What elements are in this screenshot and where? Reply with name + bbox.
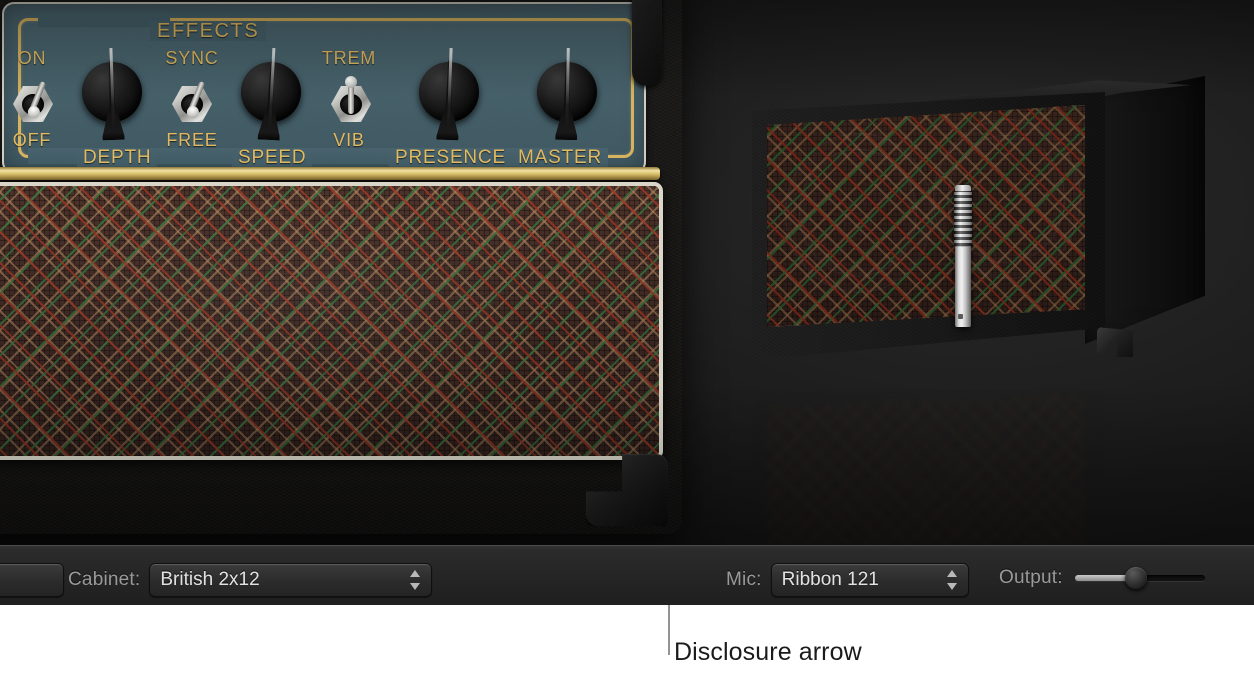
reflection-front-panel (745, 380, 1105, 545)
speaker-cabinet[interactable] (745, 76, 1205, 382)
amp-designer-stage: EFFECTS ON OFF DEPTH SYNC FREE SPEED TRE… (0, 0, 1254, 545)
trem-vib-switch-bottom-label: VIB (333, 130, 365, 150)
amplifier-head[interactable]: EFFECTS ON OFF DEPTH SYNC FREE SPEED TRE… (0, 0, 682, 534)
toggle-tip (345, 76, 357, 88)
amp-corner-protector-bottom-right (586, 454, 668, 526)
callout-annotation-area: Disclosure arrow (0, 605, 1254, 678)
amp-gold-trim-strip (0, 167, 660, 180)
cabinet-speaker-grille (767, 105, 1085, 327)
grille-cloth-shading (0, 186, 659, 456)
partial-popup-menu-left-edge[interactable] (0, 563, 64, 597)
master-knob[interactable] (537, 62, 597, 122)
amp-speaker-grille (0, 182, 663, 460)
master-knob-label: MASTER (512, 148, 608, 168)
cabinet-popup-menu[interactable]: British 2x12 (149, 563, 433, 597)
cabinet-floor-reflection (745, 380, 1145, 545)
presence-knob-label: PRESENCE (389, 148, 512, 168)
callout-leader-line (668, 605, 670, 655)
grille-cloth-texture (767, 394, 1085, 545)
amp-control-panel: EFFECTS ON OFF DEPTH SYNC FREE SPEED TRE… (2, 2, 646, 174)
stepper-up-arrow (410, 570, 421, 577)
on-off-toggle-switch[interactable] (10, 76, 56, 126)
stepper-up-arrow (946, 570, 957, 577)
stepper-down-arrow (946, 583, 957, 590)
callout-label: Disclosure arrow (674, 638, 862, 666)
sync-free-toggle-switch[interactable] (169, 76, 215, 126)
on-off-switch-top-label: ON (17, 48, 47, 68)
mic-grille-head (954, 189, 972, 247)
cabinet-selected-value: British 2x12 (160, 569, 260, 590)
stepper-icon[interactable] (410, 569, 421, 591)
trem-vib-switch-top-label: TREM (321, 48, 377, 68)
on-off-switch-bottom-label: OFF (12, 130, 52, 150)
speed-knob[interactable] (241, 62, 301, 122)
ribbon-microphone[interactable] (954, 185, 972, 327)
amp-corner-protector-top-right (632, 0, 662, 86)
mic-popup-menu[interactable]: Ribbon 121 (770, 563, 969, 597)
cabinet-control-group: Cabinet: British 2x12 (68, 563, 433, 597)
depth-knob-label: DEPTH (77, 148, 158, 168)
mic-control-group: Mic: Ribbon 121 (726, 563, 969, 597)
output-slider[interactable] (1074, 563, 1205, 593)
bottom-toolbar: Cabinet: British 2x12 Mic: Ribbon 121 Ou… (0, 545, 1254, 607)
effects-section-title: EFFECTS (150, 21, 267, 41)
sync-free-switch-top-label: SYNC (165, 48, 219, 68)
toolbar-content: Cabinet: British 2x12 Mic: Ribbon 121 Ou… (0, 550, 1254, 602)
screenshot-root: EFFECTS ON OFF DEPTH SYNC FREE SPEED TRE… (0, 0, 1254, 678)
slider-thumb[interactable] (1124, 567, 1147, 589)
mic-label: Mic: (726, 569, 762, 590)
stepper-icon[interactable] (946, 569, 958, 591)
mic-selected-value: Ribbon 121 (781, 569, 879, 590)
speaker-cone-outline (799, 149, 917, 277)
trem-vib-toggle-switch[interactable] (328, 76, 374, 126)
output-control-group: Output: (999, 563, 1205, 593)
mic-base-detail (958, 314, 963, 319)
mic-top-cap (955, 185, 971, 191)
sync-free-switch-bottom-label: FREE (166, 130, 218, 150)
presence-knob[interactable] (419, 62, 479, 122)
output-label: Output: (999, 567, 1063, 588)
cabinet-foot (1097, 327, 1133, 357)
depth-knob[interactable] (82, 62, 142, 122)
speed-knob-label: SPEED (232, 148, 313, 168)
reflection-grille (767, 394, 1085, 545)
cabinet-label: Cabinet: (68, 569, 141, 590)
stepper-down-arrow (410, 583, 421, 590)
